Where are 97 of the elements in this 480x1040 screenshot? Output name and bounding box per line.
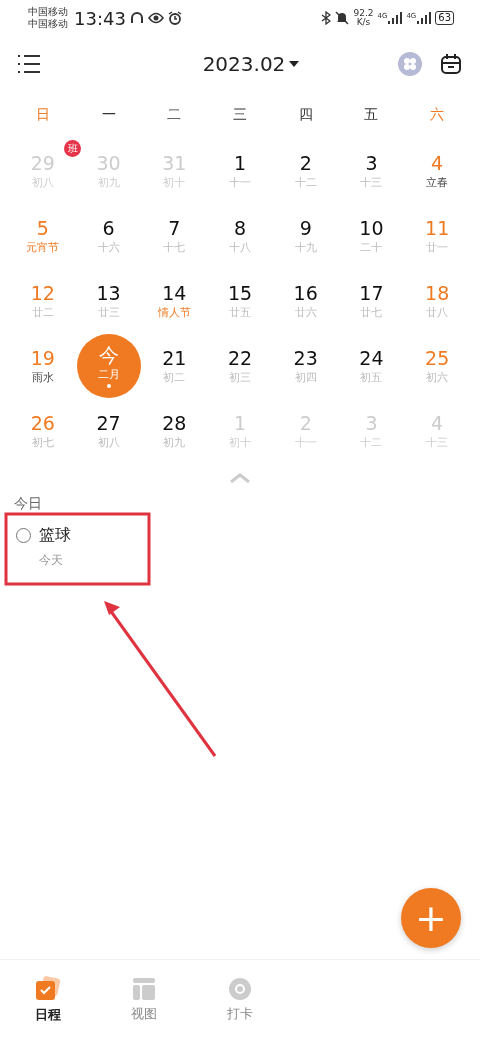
calendar-day[interactable]: 24 初五 — [351, 337, 392, 394]
layout-icon — [132, 977, 156, 1001]
day-number: 今 — [98, 343, 119, 367]
day-number: 9 — [299, 216, 312, 240]
day-number: 4 — [431, 151, 444, 175]
day-number: 7 — [168, 216, 181, 240]
day-number: 16 — [293, 281, 318, 305]
lunar-date: 廿五 — [229, 305, 251, 320]
day-number: 26 — [30, 411, 55, 435]
day-number: 12 — [30, 281, 55, 305]
day-number: 5 — [36, 216, 49, 240]
lunar-date: 雨水 — [31, 370, 54, 385]
target-icon — [228, 977, 252, 1001]
weekday-label: 六 — [430, 106, 445, 124]
calendar-day[interactable]: 27 初八 — [88, 402, 129, 459]
carrier-name: 中国移动 — [28, 6, 68, 18]
lunar-date: 初七 — [31, 435, 54, 450]
day-number: 22 — [227, 346, 253, 370]
weekday-label: 一 — [101, 106, 116, 124]
section-heading: 今日 — [13, 494, 43, 513]
nav-tab[interactable]: 日程 — [0, 960, 96, 1040]
calendar-day[interactable]: 6 十六 — [88, 207, 129, 264]
task-title[interactable]: 篮球 — [39, 525, 71, 546]
calendar-day[interactable]: 19 雨水 — [22, 337, 63, 394]
day-number: 24 — [359, 346, 384, 370]
calendar-icon[interactable] — [440, 53, 462, 75]
month-picker[interactable]: 2023.02 — [138, 52, 300, 76]
weekday-label: 四 — [298, 106, 313, 124]
alarm-icon — [167, 11, 182, 25]
day-number: 27 — [96, 411, 121, 435]
weekday-label: 二 — [167, 106, 182, 124]
signal-icon — [388, 12, 403, 24]
lunar-date: 情人节 — [157, 305, 191, 320]
calendar-day[interactable]: 8 十八 — [220, 207, 260, 264]
menu-icon[interactable] — [18, 55, 40, 73]
day-number: 15 — [227, 281, 253, 305]
battery-level: 63 — [435, 11, 454, 25]
calendar-day[interactable]: 15 廿五 — [220, 272, 260, 329]
signal-icon — [417, 12, 432, 24]
lunar-date: 十七 — [163, 240, 186, 255]
calendar-day[interactable]: 16 廿六 — [285, 272, 326, 329]
task-date: 今天 — [39, 552, 64, 569]
day-number: 17 — [359, 281, 384, 305]
lunar-date: 十九 — [294, 240, 317, 255]
lunar-date: 廿八 — [426, 305, 449, 320]
lunar-date: 初八 — [97, 435, 120, 450]
bluetooth-icon — [321, 11, 332, 25]
lunar-date: 初九 — [163, 435, 186, 450]
day-number: 11 — [425, 216, 450, 240]
lunar-date: 廿七 — [360, 305, 383, 320]
calendar-day[interactable]: 17 廿七 — [351, 272, 392, 329]
day-number: 14 — [162, 281, 187, 305]
calendar-day[interactable]: 4 立春 — [417, 142, 458, 199]
day-number: 18 — [425, 281, 450, 305]
caret-icon — [289, 61, 300, 67]
headphones-icon — [129, 11, 144, 25]
lunar-date: 二月 — [97, 367, 120, 382]
lunar-date: 十八 — [229, 240, 251, 255]
day-number: 21 — [162, 346, 187, 370]
lunar-date: 初五 — [360, 370, 383, 385]
lunar-date: 十六 — [97, 240, 120, 255]
calendar-check-icon — [35, 976, 61, 1002]
day-number: 13 — [96, 281, 121, 305]
nav-tab[interactable]: 视图 — [96, 960, 192, 1040]
day-number: 3 — [365, 151, 378, 175]
day-number: 10 — [359, 216, 384, 240]
bell-muted-icon — [335, 11, 350, 25]
calendar-day[interactable]: 7 十七 — [154, 207, 195, 264]
weekday-label: 日 — [35, 106, 50, 124]
calendar-day[interactable]: 23 初四 — [285, 337, 326, 394]
day-number: 28 — [162, 411, 187, 435]
day-number: 1 — [233, 151, 247, 175]
weekday-label: 五 — [364, 106, 379, 124]
calendar-day[interactable]: 9 十九 — [285, 207, 326, 264]
workday-badge: 班 — [64, 140, 81, 157]
day-number: 23 — [293, 346, 318, 370]
lunar-date: 廿六 — [294, 305, 317, 320]
day-number: 2 — [299, 151, 312, 175]
day-number: 6 — [102, 216, 115, 240]
eye-icon — [147, 12, 164, 24]
lunar-date: 元宵节 — [26, 240, 60, 255]
day-number: 19 — [30, 346, 55, 370]
lunar-date: 立春 — [426, 175, 449, 190]
clock-time: 13:43 — [74, 7, 126, 29]
day-number: 8 — [233, 216, 247, 240]
grid-icon[interactable] — [398, 52, 422, 76]
speed-value: 92.2 — [353, 9, 374, 18]
weekday-label: 三 — [233, 106, 247, 124]
lunar-date: 初六 — [426, 370, 449, 385]
carrier-name: 中国移动 — [28, 18, 68, 30]
day-number: 25 — [425, 346, 450, 370]
chevron-up-icon[interactable] — [229, 473, 251, 483]
calendar-day[interactable]: 14 情人节 — [154, 272, 195, 329]
lunar-date: 初四 — [294, 370, 317, 385]
calendar-day[interactable]: 28 初九 — [154, 402, 195, 459]
speed-unit: K/s — [355, 18, 372, 27]
nav-tab[interactable]: 打卡 — [192, 960, 288, 1040]
